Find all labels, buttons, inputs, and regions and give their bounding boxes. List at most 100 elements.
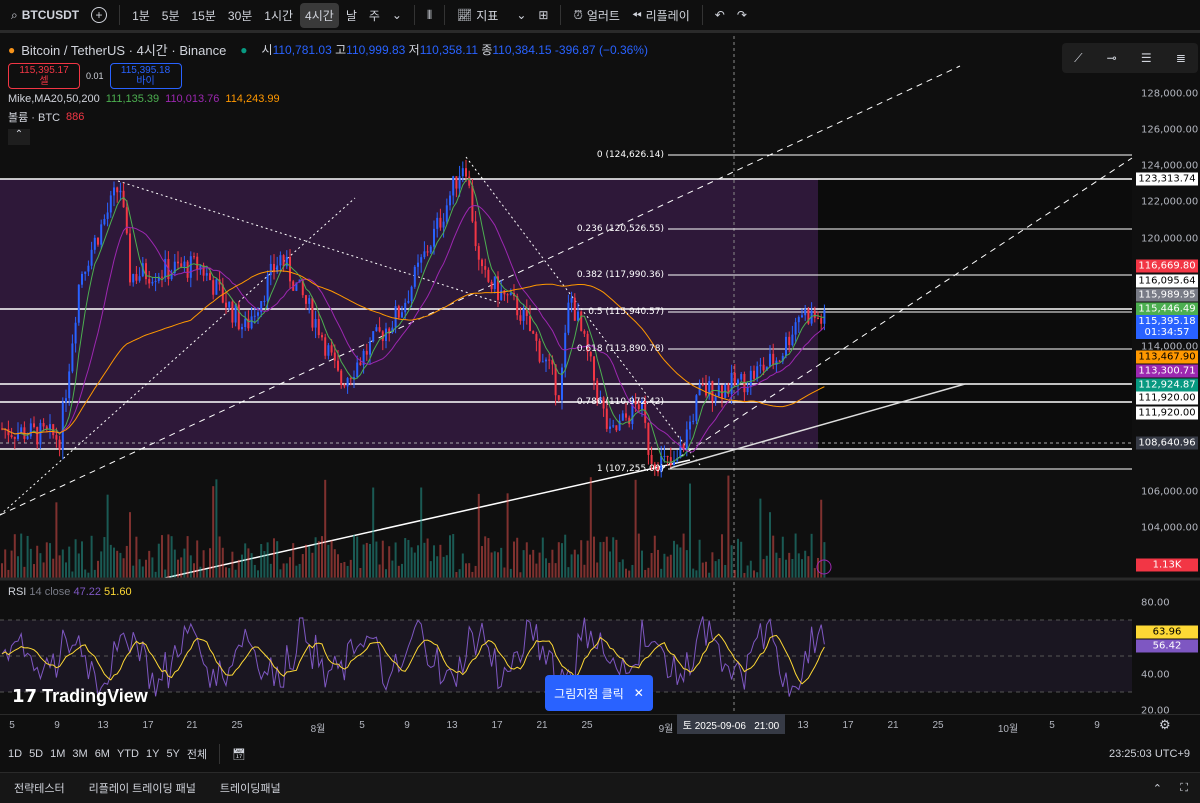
price-label-value: 115,446.49 (1138, 303, 1196, 315)
settings-gear-icon[interactable]: ⚙ (1159, 717, 1171, 733)
volume-bar (301, 554, 304, 578)
low-value: 110,358.11 (419, 43, 478, 57)
close-icon[interactable]: ✕ (634, 686, 644, 700)
range-all[interactable]: 전체 (187, 746, 207, 762)
rsi-value: 47.22 (73, 586, 101, 598)
candle-body (154, 280, 157, 282)
volume-bar (778, 558, 781, 578)
volume-bar (788, 552, 791, 578)
range-1y[interactable]: 1Y (146, 748, 159, 760)
volume-bar (180, 557, 183, 578)
candle-body (650, 454, 653, 464)
candle-body (330, 345, 333, 353)
candle-body (785, 336, 787, 356)
candle-body (625, 413, 627, 418)
candle-body (749, 370, 752, 388)
volume-bar (513, 541, 515, 578)
volume-bar (737, 538, 739, 578)
volume-bar (551, 549, 554, 578)
sell-button[interactable]: 115,395.17 셀 (8, 63, 80, 89)
volume-legend[interactable]: 볼륨 · BTC 886 (8, 109, 648, 125)
candle-body (669, 457, 672, 465)
candle-body (29, 423, 32, 437)
trendline-tool-icon[interactable]: ⟋ (1074, 51, 1082, 66)
range-5y[interactable]: 5Y (166, 748, 179, 760)
horizontal-ray-icon[interactable]: ⊸ (1107, 51, 1117, 65)
volume-bar (228, 568, 231, 578)
candle-body (685, 429, 688, 450)
candle-body (647, 422, 650, 455)
volume-bar (305, 544, 307, 578)
volume-bar (391, 560, 394, 578)
tab-trading-panel[interactable]: 트레이딩패널 (220, 780, 281, 796)
candle-body (161, 276, 163, 278)
buy-button[interactable]: 115,395.18 바이 (109, 63, 182, 89)
volume-bar (138, 559, 141, 578)
volume-bar (205, 569, 208, 578)
close-label: 종 (481, 43, 493, 57)
volume-bar (599, 542, 602, 578)
fib-tool-icon[interactable]: ☰ (1141, 51, 1152, 65)
volume-bar (692, 568, 695, 578)
candle-body (813, 310, 816, 318)
volume-bar (708, 572, 711, 578)
candle-body (557, 395, 560, 400)
chevron-up-icon[interactable]: ⌃ (1153, 782, 1162, 795)
candle-body (93, 237, 96, 250)
range-6m[interactable]: 6M (95, 748, 110, 760)
volume-bar (199, 566, 202, 578)
volume-bar (237, 559, 240, 578)
volume-bar (541, 537, 544, 578)
lines-tool-icon[interactable]: ≣ (1176, 51, 1186, 65)
range-1m[interactable]: 1M (50, 748, 65, 760)
range-3m[interactable]: 3M (72, 748, 87, 760)
candle-body (791, 334, 794, 346)
candle-body (205, 273, 208, 276)
rsi-legend[interactable]: RSI 14 close 47.22 51.60 (8, 586, 132, 598)
candle-body (714, 396, 717, 402)
candle-body (820, 317, 823, 324)
volume-bar (689, 483, 691, 578)
volume-bar (4, 549, 7, 578)
candle-body (756, 366, 759, 379)
tradingview-logo[interactable]: 𝟭𝟳 TradingView (12, 686, 148, 707)
goto-date-icon[interactable]: 📅︎ (232, 748, 246, 761)
time-tick: 25 (231, 720, 243, 731)
candle-body (522, 309, 525, 321)
candle-body (100, 224, 103, 245)
candle-body (266, 275, 269, 301)
range-1d[interactable]: 1D (8, 748, 22, 760)
ma-indicator-legend[interactable]: Mike,MA20,50,200 111,135.39 110,013.76 1… (8, 93, 648, 105)
candle-body (509, 293, 512, 295)
volume-bar (77, 553, 80, 578)
tab-replay-trading-panel[interactable]: 리플레이 트레이딩 패널 (89, 780, 196, 796)
volume-bar (445, 555, 448, 578)
range-5d[interactable]: 5D (29, 748, 43, 760)
range-ytd[interactable]: YTD (117, 748, 139, 760)
time-tick: 17 (491, 720, 503, 731)
volume-bar (164, 569, 167, 578)
tab-strategy-tester[interactable]: 전략테스터 (14, 780, 65, 796)
candle-body (407, 300, 410, 303)
volume-bar (218, 536, 221, 578)
rsi-ma-label: 63.96 (1136, 625, 1198, 639)
volume-bar (497, 552, 499, 578)
candle-body (109, 195, 112, 213)
volume-bar (250, 553, 253, 578)
open-value: 110,781.03 (272, 43, 332, 57)
volume-bar (161, 535, 163, 578)
collapse-legend-button[interactable]: ⌃ (8, 129, 30, 145)
clock[interactable]: 23:25:03 UTC+9 (1109, 748, 1190, 760)
candle-body (349, 378, 352, 380)
time-tick: 9월 (658, 724, 674, 735)
maximize-icon[interactable]: ⛶ (1180, 782, 1188, 795)
candle-body (394, 306, 397, 328)
volume-bar (87, 572, 90, 578)
ma20-value: 111,135.39 (105, 93, 160, 105)
volume-bar (804, 550, 807, 578)
candle-body (356, 362, 359, 378)
volume-bar (791, 558, 794, 578)
price-label-value: 111,920.00 (1138, 392, 1196, 404)
candle-body (215, 279, 218, 295)
time-tick: 25 (932, 720, 944, 731)
